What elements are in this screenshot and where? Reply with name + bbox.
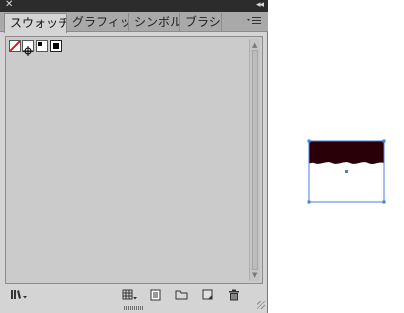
selected-artwork[interactable] bbox=[300, 130, 400, 210]
new-swatch-icon[interactable] bbox=[201, 289, 215, 301]
swatch-options-icon[interactable] bbox=[149, 289, 163, 301]
panel-tabbar: スウォッチ グラフィッ シンボル ブラシ bbox=[0, 12, 268, 33]
swatch-white[interactable] bbox=[36, 40, 48, 52]
swatch-black[interactable] bbox=[50, 40, 62, 52]
swatch-libraries-icon[interactable] bbox=[10, 289, 28, 301]
panel-menu-icon[interactable] bbox=[246, 15, 262, 27]
artwork-shape[interactable] bbox=[309, 141, 384, 164]
tab-brushes[interactable]: ブラシ bbox=[180, 13, 222, 32]
tab-graphic-styles[interactable]: グラフィッ bbox=[67, 13, 129, 32]
close-icon[interactable]: ✕ bbox=[5, 0, 13, 11]
scroll-track[interactable] bbox=[252, 50, 258, 270]
swatch-list: ▲ ▼ bbox=[5, 36, 263, 284]
collapse-icon[interactable]: ◂◂ bbox=[256, 0, 264, 11]
panel-titlebar: ✕ ◂◂ bbox=[0, 0, 268, 12]
resize-corner[interactable] bbox=[257, 301, 265, 309]
handle-bottom-left[interactable] bbox=[307, 200, 311, 204]
scroll-up-icon[interactable]: ▲ bbox=[252, 41, 257, 49]
panel-bottom-toolbar bbox=[0, 285, 268, 305]
handle-top-left[interactable] bbox=[307, 139, 311, 143]
swatch-registration[interactable] bbox=[22, 40, 34, 56]
center-point bbox=[345, 170, 348, 173]
swatches-panel: ✕ ◂◂ スウォッチ グラフィッ シンボル ブラシ ▲ ▼ bbox=[0, 0, 268, 313]
tab-symbols[interactable]: シンボル bbox=[129, 13, 180, 32]
scrollbar[interactable]: ▲ ▼ bbox=[249, 39, 260, 281]
registration-icon bbox=[23, 46, 33, 56]
show-swatch-kinds-icon[interactable] bbox=[122, 289, 138, 301]
trash-icon[interactable] bbox=[227, 289, 241, 301]
panel-resize-grip[interactable] bbox=[124, 306, 144, 310]
swatch-none[interactable] bbox=[9, 40, 21, 52]
new-color-group-icon[interactable] bbox=[175, 289, 189, 301]
handle-bottom-right[interactable] bbox=[382, 200, 386, 204]
scroll-down-icon[interactable]: ▼ bbox=[252, 271, 257, 279]
tab-swatches[interactable]: スウォッチ bbox=[4, 13, 67, 33]
handle-top-right[interactable] bbox=[382, 139, 386, 143]
